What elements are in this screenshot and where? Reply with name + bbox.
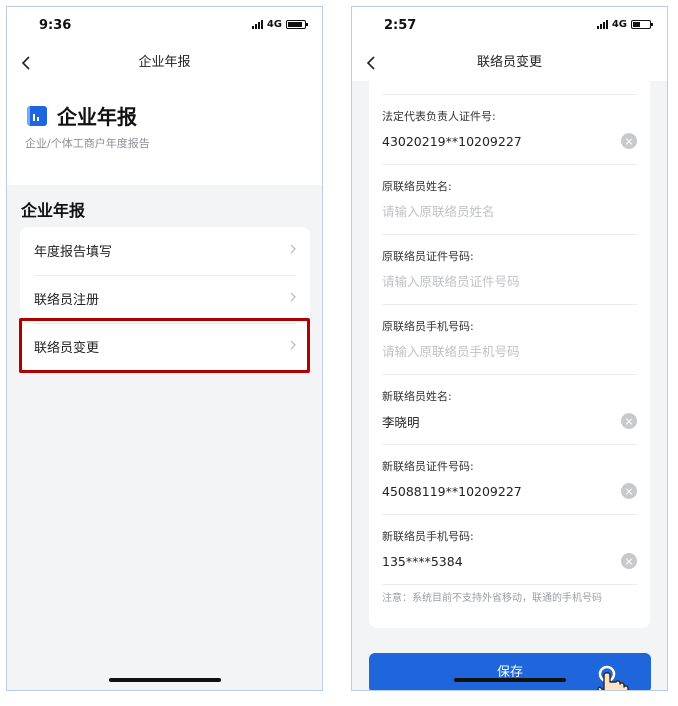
menu-item-annual-report[interactable]: 年度报告填写 [20, 227, 310, 275]
phone-screen-contact-change: 2:57 4G 联络员变更 法定代表负责人证件号: 原联络员姓名: 原联络员 [351, 6, 668, 691]
chevron-right-icon [290, 292, 296, 302]
field-new-contact-phone: 新联络员手机号码: [382, 515, 637, 585]
section-title: 企业年报 [21, 201, 86, 220]
hero-subtitle: 企业/个体工商户年度报告 [25, 137, 150, 150]
field-old-contact-phone: 原联络员手机号码: [382, 305, 637, 375]
nav-bar: 企业年报 [7, 45, 322, 81]
network-label: 4G [611, 19, 627, 30]
status-indicators: 4G [596, 19, 653, 30]
home-indicator [453, 678, 566, 682]
status-bar: 2:57 4G [352, 7, 667, 45]
chart-bar-icon [27, 105, 47, 126]
notice-text: 注意：系统目前不支持外省移动，联通的手机号码 [382, 593, 602, 604]
hero-section: 企业年报 企业/个体工商户年度报告 [7, 81, 322, 185]
hero-title-row: 企业年报 [27, 101, 137, 130]
battery-icon [631, 20, 653, 29]
phone-screen-annual-report: 9:36 4G 企业年报 企业年报 企业/个体工商户年度报告 企业年报 年度报告… [6, 6, 323, 691]
signal-icon [251, 20, 263, 29]
contact-change-form: 法定代表负责人证件号: 原联络员姓名: 原联络员证件号码: 原联络员手机号码: … [369, 81, 650, 628]
back-button[interactable] [17, 45, 41, 81]
old-contact-name-input[interactable] [382, 201, 612, 221]
signal-icon [596, 20, 608, 29]
form-scroll-area[interactable]: 法定代表负责人证件号: 原联络员姓名: 原联络员证件号码: 原联络员手机号码: … [352, 81, 667, 690]
clear-icon[interactable] [621, 133, 637, 149]
status-time: 2:57 [384, 18, 417, 33]
field-legal-rep-id: 法定代表负责人证件号: [382, 95, 637, 165]
field-old-contact-id: 原联络员证件号码: [382, 235, 637, 305]
field-new-contact-name: 新联络员姓名: [382, 375, 637, 445]
chevron-right-icon [290, 244, 296, 254]
field-new-contact-id: 新联络员证件号码: [382, 445, 637, 515]
highlight-box [19, 318, 310, 373]
nav-bar: 联络员变更 [352, 45, 667, 81]
menu-item-label: 年度报告填写 [34, 245, 113, 260]
back-button[interactable] [362, 45, 386, 81]
battery-icon [286, 20, 308, 29]
field-label: 原联络员手机号码: [382, 320, 474, 333]
field-label: 原联络员姓名: [382, 180, 452, 193]
field-label: 原联络员证件号码: [382, 250, 474, 263]
status-bar: 9:36 4G [7, 7, 322, 45]
hero-title: 企业年报 [57, 105, 137, 129]
old-contact-id-input[interactable] [382, 271, 612, 291]
clear-icon[interactable] [621, 483, 637, 499]
new-contact-id-input[interactable] [382, 481, 612, 501]
chevron-left-icon [366, 56, 375, 70]
field-label: 法定代表负责人证件号: [382, 110, 496, 123]
clear-icon[interactable] [621, 413, 637, 429]
new-contact-phone-input[interactable] [382, 551, 612, 571]
clear-icon[interactable] [621, 553, 637, 569]
menu-item-label: 联络员注册 [34, 293, 100, 308]
field-old-contact-name: 原联络员姓名: [382, 165, 637, 235]
pointing-hand-icon [597, 665, 629, 690]
field-label: 新联络员姓名: [382, 390, 452, 403]
home-indicator [108, 678, 221, 682]
page-title: 联络员变更 [476, 55, 542, 70]
field-label: 新联络员手机号码: [382, 530, 474, 543]
new-contact-name-input[interactable] [382, 411, 612, 431]
old-contact-phone-input[interactable] [382, 341, 612, 361]
status-indicators: 4G [251, 19, 308, 30]
status-time: 9:36 [39, 18, 72, 33]
chevron-left-icon [21, 56, 30, 70]
page-title: 企业年报 [138, 55, 191, 70]
legal-rep-id-input[interactable] [382, 131, 612, 151]
menu-item-contact-register[interactable]: 联络员注册 [20, 275, 310, 323]
network-label: 4G [266, 19, 282, 30]
field-label: 新联络员证件号码: [382, 460, 474, 473]
